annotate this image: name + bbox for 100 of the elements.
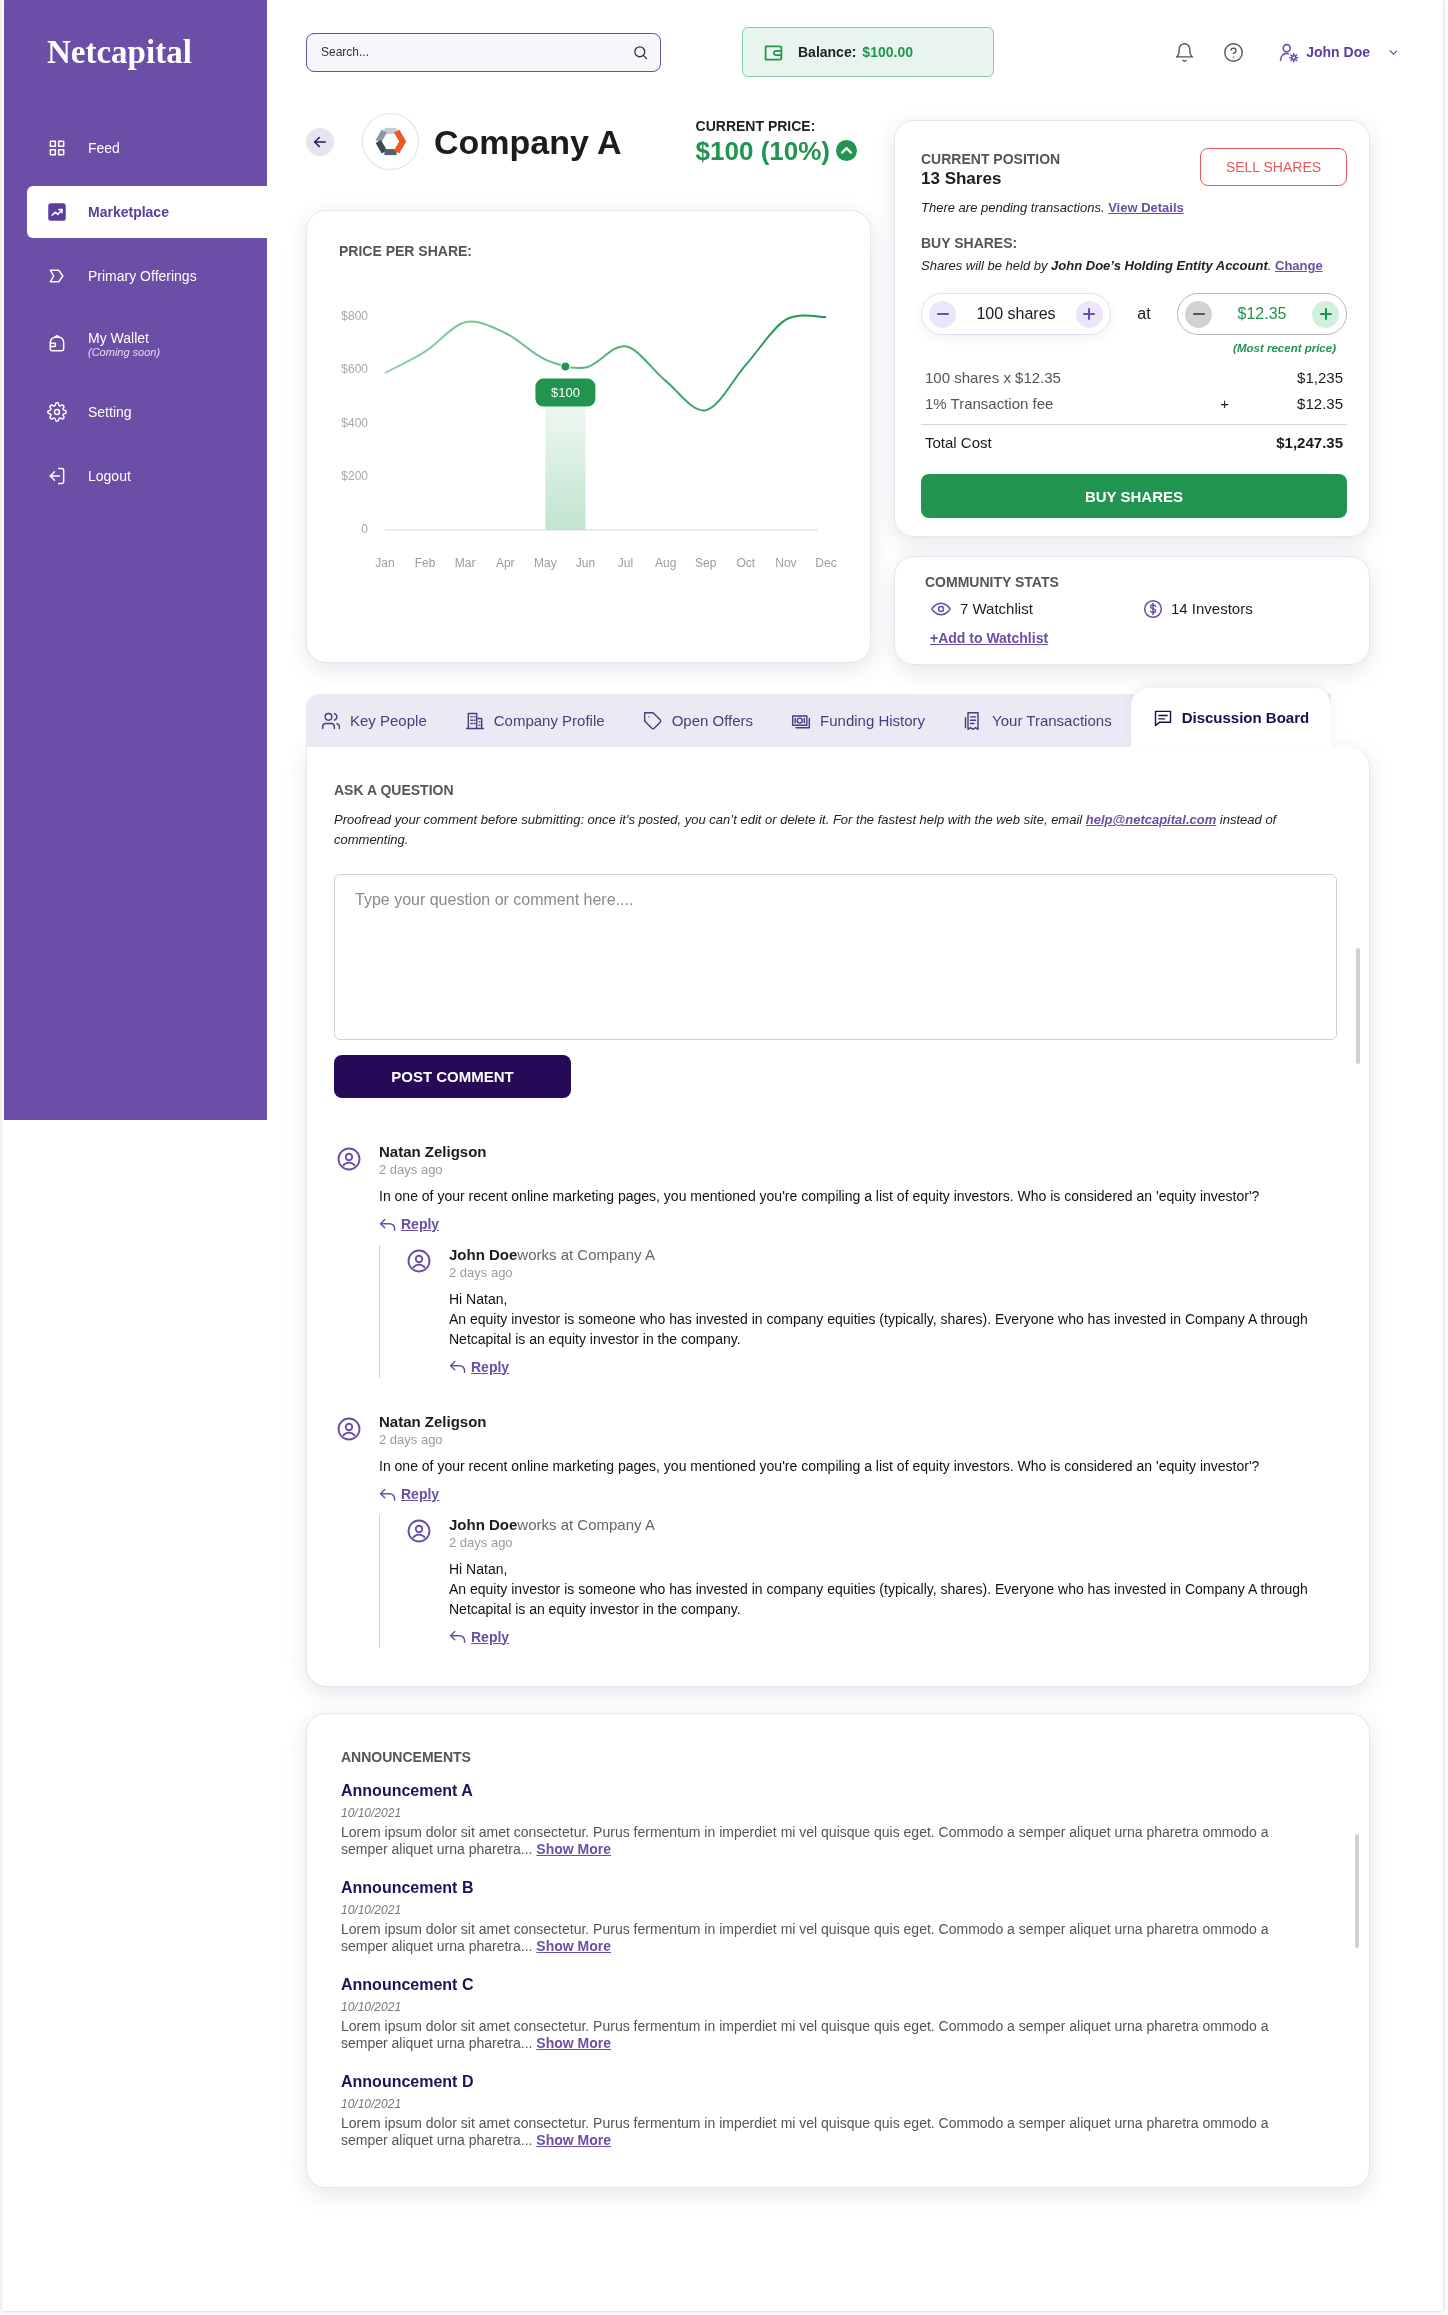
nav-item[interactable]: Logout	[27, 450, 267, 502]
axis-label: Feb	[414, 556, 436, 571]
announcement-date: 10/10/2021	[341, 2097, 403, 2111]
tab[interactable]: Funding History	[772, 694, 945, 747]
announcement-date: 10/10/2021	[341, 2000, 403, 2014]
view-details-link[interactable]: View Details	[1108, 200, 1184, 215]
section-title: ASK A QUESTION	[334, 782, 455, 798]
axis-label: $400	[341, 415, 368, 430]
nav-item[interactable]: My Wallet (Coming soon)	[27, 314, 267, 374]
axis-label: Apr	[495, 556, 515, 571]
price-label: CURRENT PRICE:	[695, 116, 817, 135]
gear-icon	[47, 402, 67, 422]
holding-note: Shares will be held by John Doe’s Holding Entity Account. Change	[921, 257, 1324, 275]
decrease-button[interactable]	[929, 300, 956, 328]
show-more-link[interactable]: Show More	[536, 2035, 611, 2051]
announcement-text: Lorem ipsum dolor sit amet consectetur. Purus fermentum in imperdiet mi vel quisque quis eget. Commodo a semper aliquet urna pharetra ommodo a semper aliquet urna pharetra... Show More	[341, 2018, 1270, 2052]
reply-link[interactable]: Reply	[449, 1356, 510, 1377]
grid-icon	[47, 138, 67, 158]
author-name: Natan Zeligson	[379, 1143, 487, 1160]
pending-note: There are pending transactions. View Details	[921, 199, 1185, 217]
announcement-date: 10/10/2021	[341, 1806, 403, 1820]
highlight-point	[560, 361, 571, 372]
buy-shares-button[interactable]: BUY SHARES	[921, 474, 1347, 518]
tab[interactable]: Open Offers	[623, 694, 773, 747]
logo: Netcapital	[47, 33, 192, 72]
balance-value: $100.00	[862, 44, 913, 60]
cost-label: 100 shares x $12.35	[925, 368, 1062, 388]
scrollbar-thumb[interactable]	[1356, 948, 1360, 1064]
announcement-title: Announcement B	[341, 1878, 475, 1898]
minus-icon	[1192, 313, 1205, 315]
tab[interactable]: Company Profile	[445, 694, 624, 747]
back-button[interactable]	[306, 127, 334, 156]
nav-item[interactable]: Marketplace	[27, 186, 267, 238]
dollar-circle-icon	[1143, 599, 1163, 619]
plus-sign: +	[1220, 394, 1229, 414]
announcement-text: Lorem ipsum dolor sit amet consectetur. Purus fermentum in imperdiet mi vel quisque quis eget. Commodo a semper aliquet urna pharetra ommodo a semper aliquet urna pharetra... Show More	[341, 1921, 1270, 1955]
reply-link[interactable]: Reply	[379, 1214, 440, 1234]
comment-text: Hi Natan,	[449, 1289, 509, 1309]
reply-link[interactable]: Reply	[449, 1626, 510, 1647]
increase-button[interactable]	[1076, 300, 1103, 328]
avatar-icon	[337, 1417, 361, 1441]
axis-label: $600	[341, 362, 368, 377]
comment-text: An equity investor is someone who has invested in company equities (typically, shares). Everyone who has invested in Company A through Netcapital is an equity investor in the company.	[449, 1309, 1309, 1349]
user-menu[interactable]: John Doe	[1278, 41, 1400, 63]
change-link[interactable]: Change	[1275, 258, 1323, 273]
axis-label: Nov	[775, 556, 797, 571]
reply-icon	[449, 1359, 467, 1374]
stat-text: 7 Watchlist	[960, 599, 1033, 619]
tab[interactable]: Key People	[306, 694, 446, 747]
add-to-watchlist-link[interactable]: +Add to Watchlist	[930, 629, 1049, 647]
axis-label: Jun	[575, 556, 596, 571]
reply-link[interactable]: Reply	[379, 1484, 440, 1504]
bell-icon[interactable]	[1174, 41, 1196, 63]
search-field[interactable]: Search...	[306, 32, 661, 72]
nav-item[interactable]: Primary Offerings	[27, 250, 267, 302]
author-name: John Doe	[449, 1245, 518, 1263]
total-amount: $1,247.35	[1276, 433, 1343, 453]
email-link[interactable]: help@netcapital.com	[1085, 812, 1217, 827]
scrollbar-thumb[interactable]	[1355, 1834, 1359, 1948]
show-more-link[interactable]: Show More	[536, 2132, 611, 2148]
trend-chart-icon	[47, 202, 67, 222]
comment-text: In one of your recent online marketing pages, you mentioned you're compiling a list of equity investors. Who is considered an 'equity investor'?	[379, 1457, 1261, 1476]
comment-text: An equity investor is someone who has invested in company equities (typically, shares). Everyone who has invested in Company A through Netcapital is an equity investor in the company.	[449, 1579, 1309, 1619]
show-more-link[interactable]: Show More	[536, 1938, 611, 1954]
avatar-icon	[407, 1248, 431, 1273]
price-note: (Most recent price)	[1232, 341, 1337, 355]
wallet-icon	[47, 334, 67, 354]
comment-input[interactable]: Type your question or comment here....	[334, 874, 1337, 1040]
post-comment-button[interactable]: POST COMMENT	[334, 1055, 571, 1098]
author-name: John Doe	[449, 1515, 518, 1533]
nav-item[interactable]: Setting	[27, 386, 267, 438]
tab[interactable]: Your Transactions	[944, 694, 1131, 747]
section-title: CURRENT POSITION	[921, 151, 1061, 167]
axis-label: 0	[361, 522, 368, 537]
shares-count: 13 Shares	[921, 168, 1003, 190]
nav-item[interactable]: Feed	[27, 122, 267, 174]
plus-icon	[1083, 308, 1096, 320]
chevron-up-icon	[836, 140, 857, 161]
reply-icon	[379, 1486, 397, 1502]
increase-button[interactable]	[1312, 300, 1339, 328]
help-icon[interactable]	[1223, 41, 1245, 63]
tab[interactable]: Discussion Board	[1130, 688, 1332, 747]
cost-label: 1% Transaction fee	[925, 394, 1055, 414]
building-icon	[464, 710, 485, 731]
current-price: $100 (10%)	[695, 134, 830, 167]
company-logo	[362, 113, 419, 170]
comment-time: 2 days ago	[449, 1264, 514, 1281]
sell-shares-button[interactable]: SELL SHARES	[1200, 148, 1347, 186]
axis-label: Sep	[695, 556, 717, 571]
cost-amount: $1,235	[1296, 368, 1343, 388]
announcement-title: Announcement A	[341, 1781, 474, 1801]
avatar-icon	[337, 1147, 361, 1171]
author-name: Natan Zeligson	[379, 1413, 487, 1430]
axis-label: $800	[341, 309, 368, 324]
balance-label: Balance:	[798, 44, 857, 60]
announcement-text: Lorem ipsum dolor sit amet consectetur. Purus fermentum in imperdiet mi vel quisque quis eget. Commodo a semper aliquet urna pharetra ommodo a semper aliquet urna pharetra... Show More	[341, 2115, 1270, 2149]
price-tooltip: $100	[535, 378, 596, 407]
user-settings-icon	[1278, 41, 1300, 63]
show-more-link[interactable]: Show More	[536, 1841, 611, 1857]
annotation: $100	[550, 384, 580, 400]
